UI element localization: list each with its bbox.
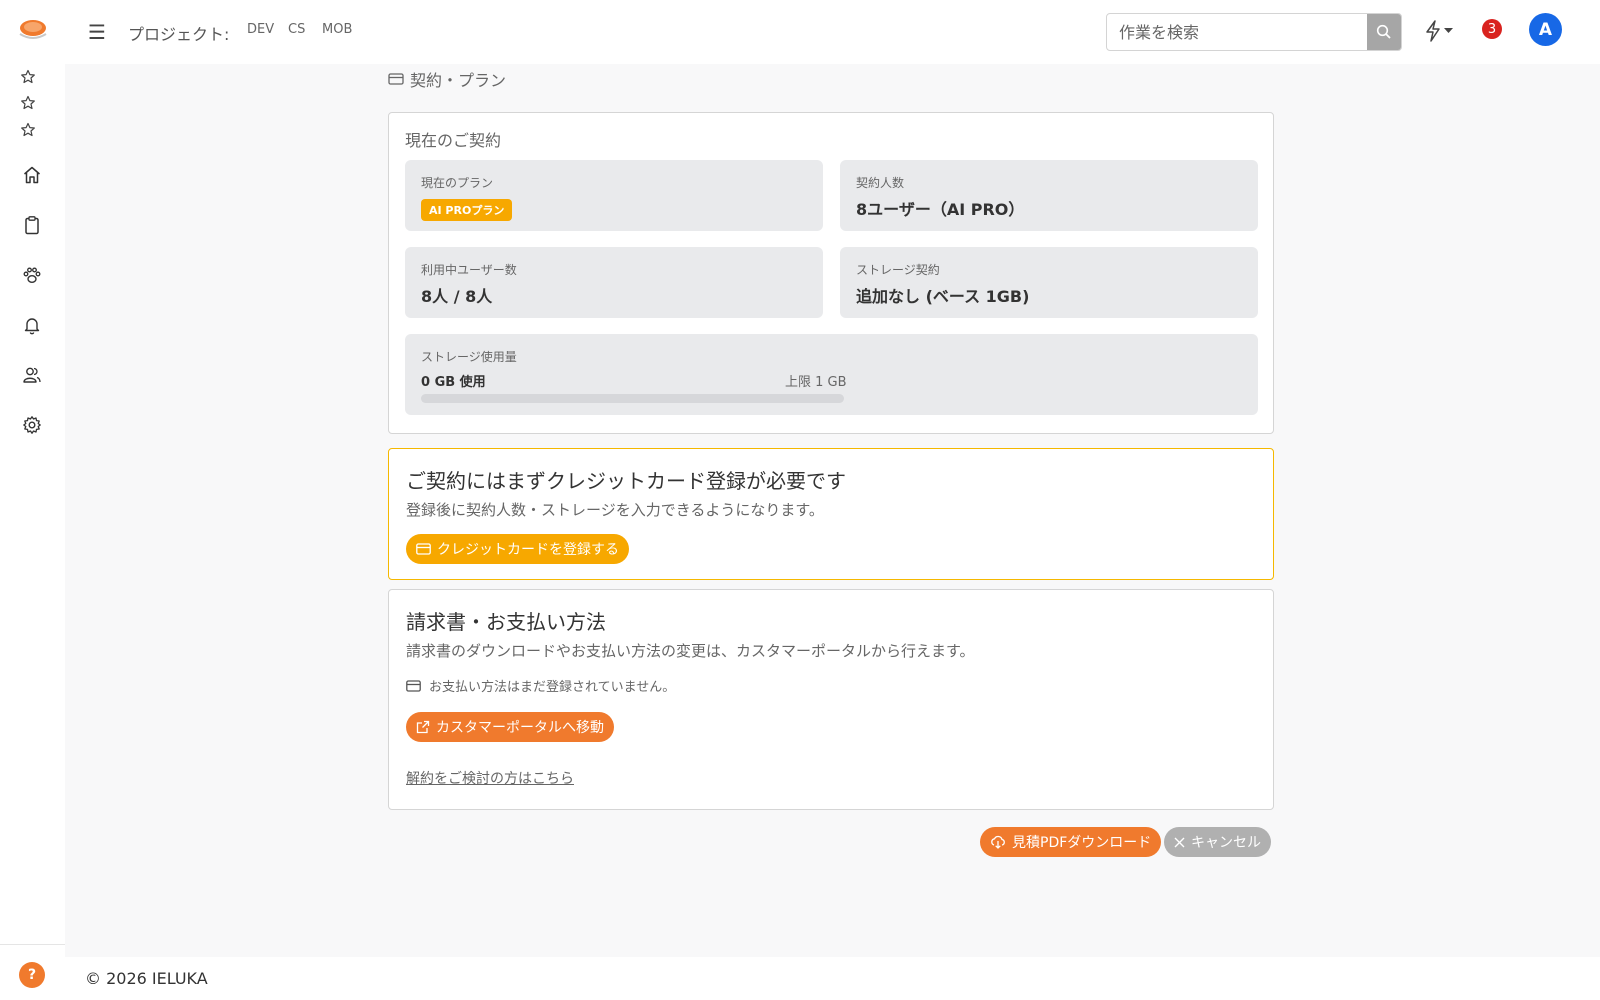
project-label: プロジェクト: — [128, 25, 230, 44]
cloud-download-icon — [991, 835, 1005, 849]
current-contract-heading: 現在のご契約 — [405, 131, 502, 150]
register-card-button[interactable]: クレジットカードを登録する — [406, 534, 629, 564]
users-label: 利用中ユーザー数 — [421, 263, 517, 277]
seats-tile: 契約人数 8ユーザー（AI PRO） — [840, 160, 1258, 231]
close-icon — [1174, 837, 1185, 847]
copyright: © 2026 IELUKA — [85, 969, 208, 988]
billing-desc: 請求書のダウンロードやお支払い方法の変更は、カスタマーポータルから行えます。 — [406, 642, 975, 660]
cancel-contract-link[interactable]: 解約をご検討の方はこちら — [406, 768, 574, 788]
storage-contract-tile: ストレージ契約 追加なし (ベース 1GB) — [840, 247, 1258, 318]
page-title: 契約・プラン — [388, 67, 506, 91]
billing-title: 請求書・お支払い方法 — [406, 610, 606, 634]
caret-down-icon — [1444, 28, 1453, 33]
storage-contract-value: 追加なし (ベース 1GB) — [856, 287, 1030, 306]
menu-icon[interactable]: ☰ — [88, 20, 106, 44]
customer-portal-label: カスタマーポータルへ移動 — [436, 720, 604, 736]
avatar[interactable]: A — [1529, 13, 1562, 46]
sidebar — [0, 64, 65, 1000]
download-quote-pdf-button[interactable]: 見積PDFダウンロード — [980, 827, 1162, 857]
credit-card-icon — [416, 543, 431, 555]
favorite-star-icon-3[interactable] — [19, 121, 37, 139]
bolt-icon — [1426, 20, 1440, 42]
notification-badge[interactable]: 3 — [1482, 19, 1502, 39]
project-link-mob[interactable]: MOB — [322, 22, 352, 37]
users-icon[interactable] — [21, 364, 43, 386]
storage-limit: 上限 1 GB — [785, 375, 847, 390]
cancel-button[interactable]: キャンセル — [1164, 827, 1271, 857]
clipboard-icon[interactable] — [21, 214, 43, 236]
search-box — [1106, 13, 1402, 51]
paw-icon[interactable] — [21, 264, 43, 286]
external-link-icon — [416, 720, 430, 734]
storage-contract-label: ストレージ契約 — [856, 263, 940, 277]
download-quote-pdf-label: 見積PDFダウンロード — [1012, 835, 1152, 851]
cancel-label: キャンセル — [1191, 835, 1261, 851]
page-title-text: 契約・プラン — [410, 71, 507, 90]
search-input[interactable] — [1107, 14, 1369, 50]
logo-icon[interactable] — [18, 18, 48, 44]
plan-tile: 現在のプラン AI PROプラン — [405, 160, 823, 231]
plan-label: 現在のプラン — [421, 176, 494, 190]
home-icon[interactable] — [21, 164, 43, 186]
billing-card: 請求書・お支払い方法 請求書のダウンロードやお支払い方法の変更は、カスタマーポー… — [388, 589, 1274, 810]
help-button[interactable]: ? — [19, 962, 45, 988]
users-value: 8人 / 8人 — [421, 287, 493, 306]
footer: © 2026 IELUKA — [65, 957, 1600, 1000]
top-bar: ☰ プロジェクト: DEV CS MOB 3 A — [0, 0, 1600, 64]
storage-used: 0 GB 使用 — [421, 375, 486, 390]
credit-card-notice: ご契約にはまずクレジットカード登録が必要です 登録後に契約人数・ストレージを入力… — [388, 448, 1274, 580]
sidebar-divider — [0, 944, 65, 945]
project-link-cs[interactable]: CS — [288, 22, 305, 37]
plan-badge: AI PROプラン — [421, 199, 513, 221]
payment-note: お支払い方法はまだ登録されていません。 — [406, 676, 675, 695]
favorite-star-icon-2[interactable] — [19, 94, 37, 112]
register-card-label: クレジットカードを登録する — [437, 542, 619, 558]
customer-portal-button[interactable]: カスタマーポータルへ移動 — [406, 712, 614, 742]
credit-card-icon — [406, 679, 421, 692]
payment-note-text: お支払い方法はまだ登録されていません。 — [429, 680, 676, 695]
storage-usage-tile: ストレージ使用量 0 GB 使用 上限 1 GB — [405, 334, 1258, 415]
bell-icon[interactable] — [21, 314, 43, 336]
storage-progress-bar — [421, 394, 844, 403]
storage-usage-label: ストレージ使用量 — [421, 350, 517, 364]
seats-value: 8ユーザー（AI PRO） — [856, 200, 1025, 219]
search-button[interactable] — [1367, 14, 1401, 50]
current-contract-card: 現在のご契約 現在のプラン AI PROプラン 契約人数 8ユーザー（AI PR… — [388, 112, 1274, 434]
notice-desc: 登録後に契約人数・ストレージを入力できるようになります。 — [406, 501, 824, 519]
users-tile: 利用中ユーザー数 8人 / 8人 — [405, 247, 823, 318]
favorite-star-icon-1[interactable] — [19, 68, 37, 86]
quick-action-button[interactable] — [1424, 20, 1453, 42]
search-icon — [1376, 24, 1391, 39]
seats-label: 契約人数 — [856, 176, 905, 190]
gear-icon[interactable] — [21, 414, 43, 436]
project-link-dev[interactable]: DEV — [247, 22, 274, 37]
credit-card-icon — [388, 73, 404, 85]
notice-title: ご契約にはまずクレジットカード登録が必要です — [406, 469, 846, 493]
